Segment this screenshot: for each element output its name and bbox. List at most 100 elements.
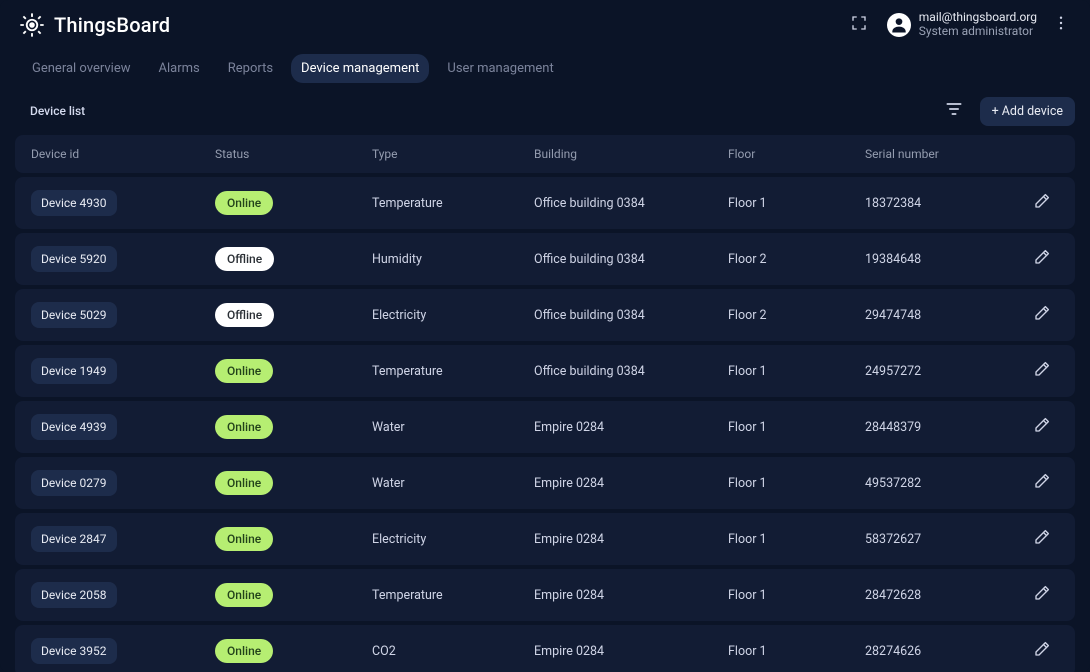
device-id-pill[interactable]: Device 1949 <box>31 358 117 384</box>
tab-user-management[interactable]: User management <box>437 54 563 83</box>
app-title: ThingsBoard <box>54 13 170 37</box>
cell-serial: 28448379 <box>865 420 1025 435</box>
status-badge: Offline <box>215 247 274 271</box>
pencil-icon <box>1033 248 1051 270</box>
cell-type: Temperature <box>372 364 534 379</box>
cell-building: Office building 0384 <box>534 364 728 379</box>
table-row: Device 2847 Online ElectricityEmpire 0284F… <box>15 513 1075 565</box>
edit-row-button[interactable] <box>1027 356 1057 386</box>
tab-alarms[interactable]: Alarms <box>149 54 210 83</box>
table-title: Device list <box>30 104 85 118</box>
table-row: Device 3952 Online CO2Empire 0284Floor 128… <box>15 625 1075 672</box>
cell-floor: Floor 1 <box>728 196 865 211</box>
column-header-serial[interactable]: Serial number <box>865 147 1025 161</box>
edit-row-button[interactable] <box>1027 524 1057 554</box>
edit-row-button[interactable] <box>1027 300 1057 330</box>
cell-floor: Floor 1 <box>728 476 865 491</box>
cell-serial: 19384648 <box>865 252 1025 267</box>
add-device-button[interactable]: + Add device <box>980 97 1075 126</box>
table-row: Device 2058OnlineTemperatureEmpire 0284F… <box>15 569 1075 621</box>
more-vertical-icon <box>1052 14 1070 36</box>
logo-block[interactable]: ThingsBoard <box>18 11 170 39</box>
cell-type: Electricity <box>372 532 534 547</box>
tab-general-overview[interactable]: General overview <box>22 54 141 83</box>
app-header: ThingsBoard mail@thingsboard.org System … <box>0 0 1090 50</box>
cell-type: Temperature <box>372 588 534 603</box>
column-header-floor[interactable]: Floor <box>728 147 865 161</box>
device-id-pill[interactable]: Device 5920 <box>31 246 117 272</box>
edit-row-button[interactable] <box>1027 636 1057 666</box>
cell-floor: Floor 2 <box>728 308 865 323</box>
table-row: Device 4939OnlineWaterEmpire 0284Floor 1… <box>15 401 1075 453</box>
device-id-pill[interactable]: Device 2058 <box>31 582 117 608</box>
cell-type: Electricity <box>372 308 534 323</box>
column-header-building[interactable]: Building <box>534 147 728 161</box>
pencil-icon <box>1033 584 1051 606</box>
user-meta: mail@thingsboard.org System administrato… <box>919 11 1037 39</box>
column-header-id[interactable]: Device id <box>15 147 215 161</box>
table-row: Device 0279 Online WaterEmpire 0284Floor 1… <box>15 457 1075 509</box>
user-email: mail@thingsboard.org <box>919 11 1037 25</box>
cell-floor: Floor 1 <box>728 364 865 379</box>
cell-serial: 24957272 <box>865 364 1025 379</box>
device-id-pill[interactable]: Device 5029 <box>31 302 117 328</box>
edit-row-button[interactable] <box>1027 412 1057 442</box>
filter-button[interactable] <box>938 95 970 127</box>
cell-floor: Floor 1 <box>728 588 865 603</box>
more-menu-button[interactable] <box>1047 11 1075 39</box>
status-badge: Online <box>215 415 273 439</box>
cell-building: Empire 0284 <box>534 532 728 547</box>
cell-floor: Floor 1 <box>728 644 865 659</box>
pencil-icon <box>1033 528 1051 550</box>
status-badge: Online <box>215 191 273 215</box>
cell-building: Empire 0284 <box>534 420 728 435</box>
column-header-status[interactable]: Status <box>215 147 372 161</box>
cell-serial: 18372384 <box>865 196 1025 211</box>
cell-type: Water <box>372 476 534 491</box>
cell-serial: 49537282 <box>865 476 1025 491</box>
edit-row-button[interactable] <box>1027 244 1057 274</box>
fullscreen-button[interactable] <box>845 11 873 39</box>
cell-serial: 28472628 <box>865 588 1025 603</box>
pencil-icon <box>1033 304 1051 326</box>
status-badge: Online <box>215 359 273 383</box>
user-menu[interactable]: mail@thingsboard.org System administrato… <box>887 11 1037 39</box>
pencil-icon <box>1033 360 1051 382</box>
status-badge: Online <box>215 471 273 495</box>
table-row: Device 4930 Online TemperatureOffice build… <box>15 177 1075 229</box>
cell-type: Humidity <box>372 252 534 267</box>
table-toolbar: Device list + Add device <box>0 89 1090 135</box>
fullscreen-icon <box>850 14 868 36</box>
device-id-pill[interactable]: Device 0279 <box>31 470 117 496</box>
status-badge: Online <box>215 639 273 663</box>
device-id-pill[interactable]: Device 3952 <box>31 638 117 664</box>
device-id-pill[interactable]: Device 4930 <box>31 190 117 216</box>
column-header-type[interactable]: Type <box>372 147 534 161</box>
pencil-icon <box>1033 192 1051 214</box>
cell-serial: 29474748 <box>865 308 1025 323</box>
cell-type: CO2 <box>372 644 534 659</box>
filter-icon <box>944 99 964 123</box>
tab-device-management[interactable]: Device management <box>291 54 429 83</box>
avatar-icon <box>887 13 911 37</box>
cell-building: Office building 0384 <box>534 196 728 211</box>
tab-reports[interactable]: Reports <box>218 54 283 83</box>
table-row: Device 5029OfflineElectricityOffice buil… <box>15 289 1075 341</box>
edit-row-button[interactable] <box>1027 188 1057 218</box>
cell-building: Empire 0284 <box>534 588 728 603</box>
cell-building: Empire 0284 <box>534 644 728 659</box>
pencil-icon <box>1033 472 1051 494</box>
cell-floor: Floor 1 <box>728 532 865 547</box>
status-badge: Offline <box>215 303 274 327</box>
device-id-pill[interactable]: Device 4939 <box>31 414 117 440</box>
cell-floor: Floor 2 <box>728 252 865 267</box>
status-badge: Online <box>215 527 273 551</box>
device-id-pill[interactable]: Device 2847 <box>31 526 117 552</box>
edit-row-button[interactable] <box>1027 468 1057 498</box>
cell-building: Empire 0284 <box>534 476 728 491</box>
edit-row-button[interactable] <box>1027 580 1057 610</box>
cell-serial: 28274626 <box>865 644 1025 659</box>
cell-type: Temperature <box>372 196 534 211</box>
pencil-icon <box>1033 416 1051 438</box>
table-row: Device 1949 Online TemperatureOffice build… <box>15 345 1075 397</box>
